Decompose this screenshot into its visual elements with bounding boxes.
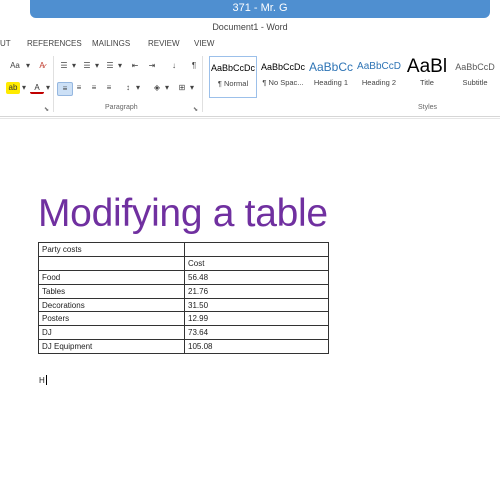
window-title: Document1 - Word bbox=[0, 18, 500, 36]
tab-view[interactable]: VIEW bbox=[194, 39, 214, 48]
group-divider bbox=[202, 56, 203, 112]
tab-references[interactable]: REFERENCES bbox=[27, 39, 82, 48]
table-row: DJ 73.64 bbox=[38, 325, 329, 341]
table-row: Food 56.48 bbox=[38, 269, 329, 285]
ribbon-bottom-divider bbox=[0, 118, 500, 119]
table-cell[interactable]: Decorations bbox=[38, 297, 185, 313]
table-cell[interactable]: DJ Equipment bbox=[38, 339, 185, 355]
document-heading[interactable]: Modifying a table bbox=[38, 192, 328, 236]
chevron-down-icon[interactable]: ▾ bbox=[134, 82, 142, 94]
align-right-icon[interactable]: ≡ bbox=[87, 82, 101, 94]
table-cell[interactable]: 21.76 bbox=[184, 283, 329, 299]
table-row: DJ Equipment 105.08 bbox=[38, 339, 329, 355]
bullets-icon[interactable]: ☰ bbox=[57, 60, 71, 72]
table-cell[interactable]: 56.48 bbox=[184, 269, 329, 285]
chevron-down-icon[interactable]: ▾ bbox=[116, 60, 124, 72]
table-cell[interactable]: 73.64 bbox=[184, 325, 329, 341]
tab-mailings[interactable]: MAILINGS bbox=[92, 39, 130, 48]
paragraph-dialog-launcher-icon[interactable]: ⬊ bbox=[193, 106, 198, 113]
clear-formatting-icon[interactable]: A̷ bbox=[35, 60, 49, 72]
style-normal[interactable]: AaBbCcDc ¶ Normal bbox=[209, 56, 257, 98]
style-heading-1[interactable]: AaBbCc Heading 1 bbox=[307, 56, 355, 98]
multilevel-list-icon[interactable]: ☰ bbox=[103, 60, 117, 72]
borders-icon[interactable]: ⊞ bbox=[175, 82, 189, 94]
tab-layout[interactable]: UT bbox=[0, 39, 11, 48]
table-cell[interactable]: DJ bbox=[38, 325, 185, 341]
line-spacing-icon[interactable]: ↕ bbox=[121, 82, 135, 94]
align-left-icon[interactable]: ≡ bbox=[57, 82, 73, 96]
tab-review[interactable]: REVIEW bbox=[148, 39, 180, 48]
font-dialog-launcher-icon[interactable]: ⬊ bbox=[44, 106, 49, 113]
style-title[interactable]: AaBl Title bbox=[403, 56, 451, 98]
style-heading-2[interactable]: AaBbCcD Heading 2 bbox=[355, 56, 403, 98]
ribbon-tabs: UT REFERENCES MAILINGS REVIEW VIEW bbox=[0, 37, 500, 51]
typed-text: H bbox=[39, 376, 45, 385]
video-title-bar: 371 - Mr. G bbox=[30, 0, 490, 18]
table-row: Posters 12.99 bbox=[38, 311, 329, 327]
table-cell[interactable]: Cost bbox=[184, 255, 329, 271]
group-divider bbox=[53, 56, 54, 112]
shading-icon[interactable]: ◈ bbox=[150, 82, 164, 94]
styles-group-label: Styles bbox=[418, 104, 438, 111]
style-subtitle[interactable]: AaBbCcD Subtitle bbox=[451, 56, 499, 98]
table-cell[interactable]: 31.50 bbox=[184, 297, 329, 313]
align-center-icon[interactable]: ≡ bbox=[72, 82, 86, 94]
document-body-text[interactable]: H bbox=[39, 375, 47, 385]
video-title: 371 - Mr. G bbox=[232, 2, 288, 14]
chevron-down-icon[interactable]: ▾ bbox=[188, 82, 196, 94]
chevron-down-icon[interactable]: ▾ bbox=[70, 60, 78, 72]
chevron-down-icon[interactable]: ▾ bbox=[163, 82, 171, 94]
table-cell[interactable]: Food bbox=[38, 269, 185, 285]
font-color-icon[interactable]: A bbox=[30, 82, 44, 94]
text-cursor bbox=[45, 375, 47, 385]
show-formatting-icon[interactable]: ¶ bbox=[187, 60, 201, 72]
style-no-spacing[interactable]: AaBbCcDc ¶ No Spac... bbox=[259, 56, 307, 98]
table-cell[interactable]: Posters bbox=[38, 311, 185, 327]
increase-indent-icon[interactable]: ⇥ bbox=[145, 60, 159, 72]
chevron-down-icon[interactable]: ▾ bbox=[93, 60, 101, 72]
table-cell[interactable]: 105.08 bbox=[184, 339, 329, 355]
paragraph-group-label: Paragraph bbox=[105, 104, 138, 111]
decrease-indent-icon[interactable]: ⇤ bbox=[128, 60, 142, 72]
numbering-icon[interactable]: ☰ bbox=[80, 60, 94, 72]
table-row: Tables 21.76 bbox=[38, 283, 329, 299]
justify-icon[interactable]: ≡ bbox=[102, 82, 116, 94]
change-case-button[interactable]: Aa bbox=[6, 60, 24, 72]
table-cell[interactable] bbox=[184, 242, 329, 257]
table-cell[interactable] bbox=[38, 255, 185, 271]
highlight-icon[interactable]: ab bbox=[6, 82, 20, 94]
table-cell[interactable]: 12.99 bbox=[184, 311, 329, 327]
styles-gallery: AaBbCcDc ¶ Normal AaBbCcDc ¶ No Spac... … bbox=[205, 56, 500, 98]
chevron-down-icon[interactable]: ▾ bbox=[44, 82, 52, 94]
chevron-down-icon[interactable]: ▾ bbox=[20, 82, 28, 94]
table-row: Cost bbox=[38, 255, 329, 271]
table-row: Party costs bbox=[38, 242, 329, 257]
table-cell[interactable]: Party costs bbox=[38, 242, 185, 257]
table-cell[interactable]: Tables bbox=[38, 283, 185, 299]
chevron-down-icon[interactable]: ▾ bbox=[24, 60, 32, 72]
table-row: Decorations 31.50 bbox=[38, 297, 329, 313]
cost-table[interactable]: Party costs Cost Food 56.48 Tables 21.76 D… bbox=[38, 242, 329, 355]
sort-icon[interactable]: ↓ bbox=[167, 60, 181, 72]
